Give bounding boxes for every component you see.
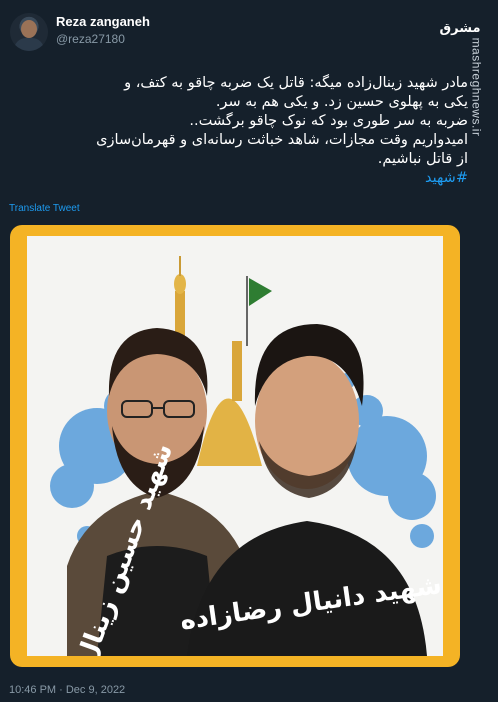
author-display-name[interactable]: Reza zanganeh <box>56 14 150 29</box>
translate-tweet-link[interactable]: Translate Tweet <box>9 203 80 214</box>
tweet-image[interactable]: شهید حسین زینال زاده شهید دانیال رضازاده <box>10 225 460 667</box>
avatar-shirt <box>14 38 44 51</box>
avatar-face <box>21 20 37 38</box>
hashtag-link[interactable]: #شهید <box>16 169 468 188</box>
martyrs-poster: شهید حسین زینال زاده شهید دانیال رضازاده <box>50 256 443 656</box>
watermark-logo-text: مشرق <box>440 21 480 36</box>
tweet-line: یکی به پهلوی حسین زد. و یکی هم به سر. <box>215 94 468 110</box>
tweet-line: امیدواریم وقت مجازات، شاهد خباثت رسانه‌ا… <box>96 132 468 148</box>
tweet-image-canvas: شهید حسین زینال زاده شهید دانیال رضازاده <box>27 236 443 656</box>
tweet-line: مادر شهید زینال‌زاده میگه: قاتل یک ضربه … <box>124 75 468 91</box>
tweet-body: مادر شهید زینال‌زاده میگه: قاتل یک ضربه … <box>16 74 468 188</box>
watermark-site: mashreghnews.ir <box>469 37 484 137</box>
tweet-line: ضربه به سر طوری بود که نوک چاقو برگشت.. <box>189 113 468 129</box>
tweet-line: از قاتل نباشیم. <box>377 151 468 167</box>
author-avatar[interactable] <box>10 13 48 51</box>
tweet-timestamp[interactable]: 10:46 PM · Dec 9, 2022 <box>9 684 125 696</box>
author-handle[interactable]: @reza27180 <box>56 32 125 46</box>
